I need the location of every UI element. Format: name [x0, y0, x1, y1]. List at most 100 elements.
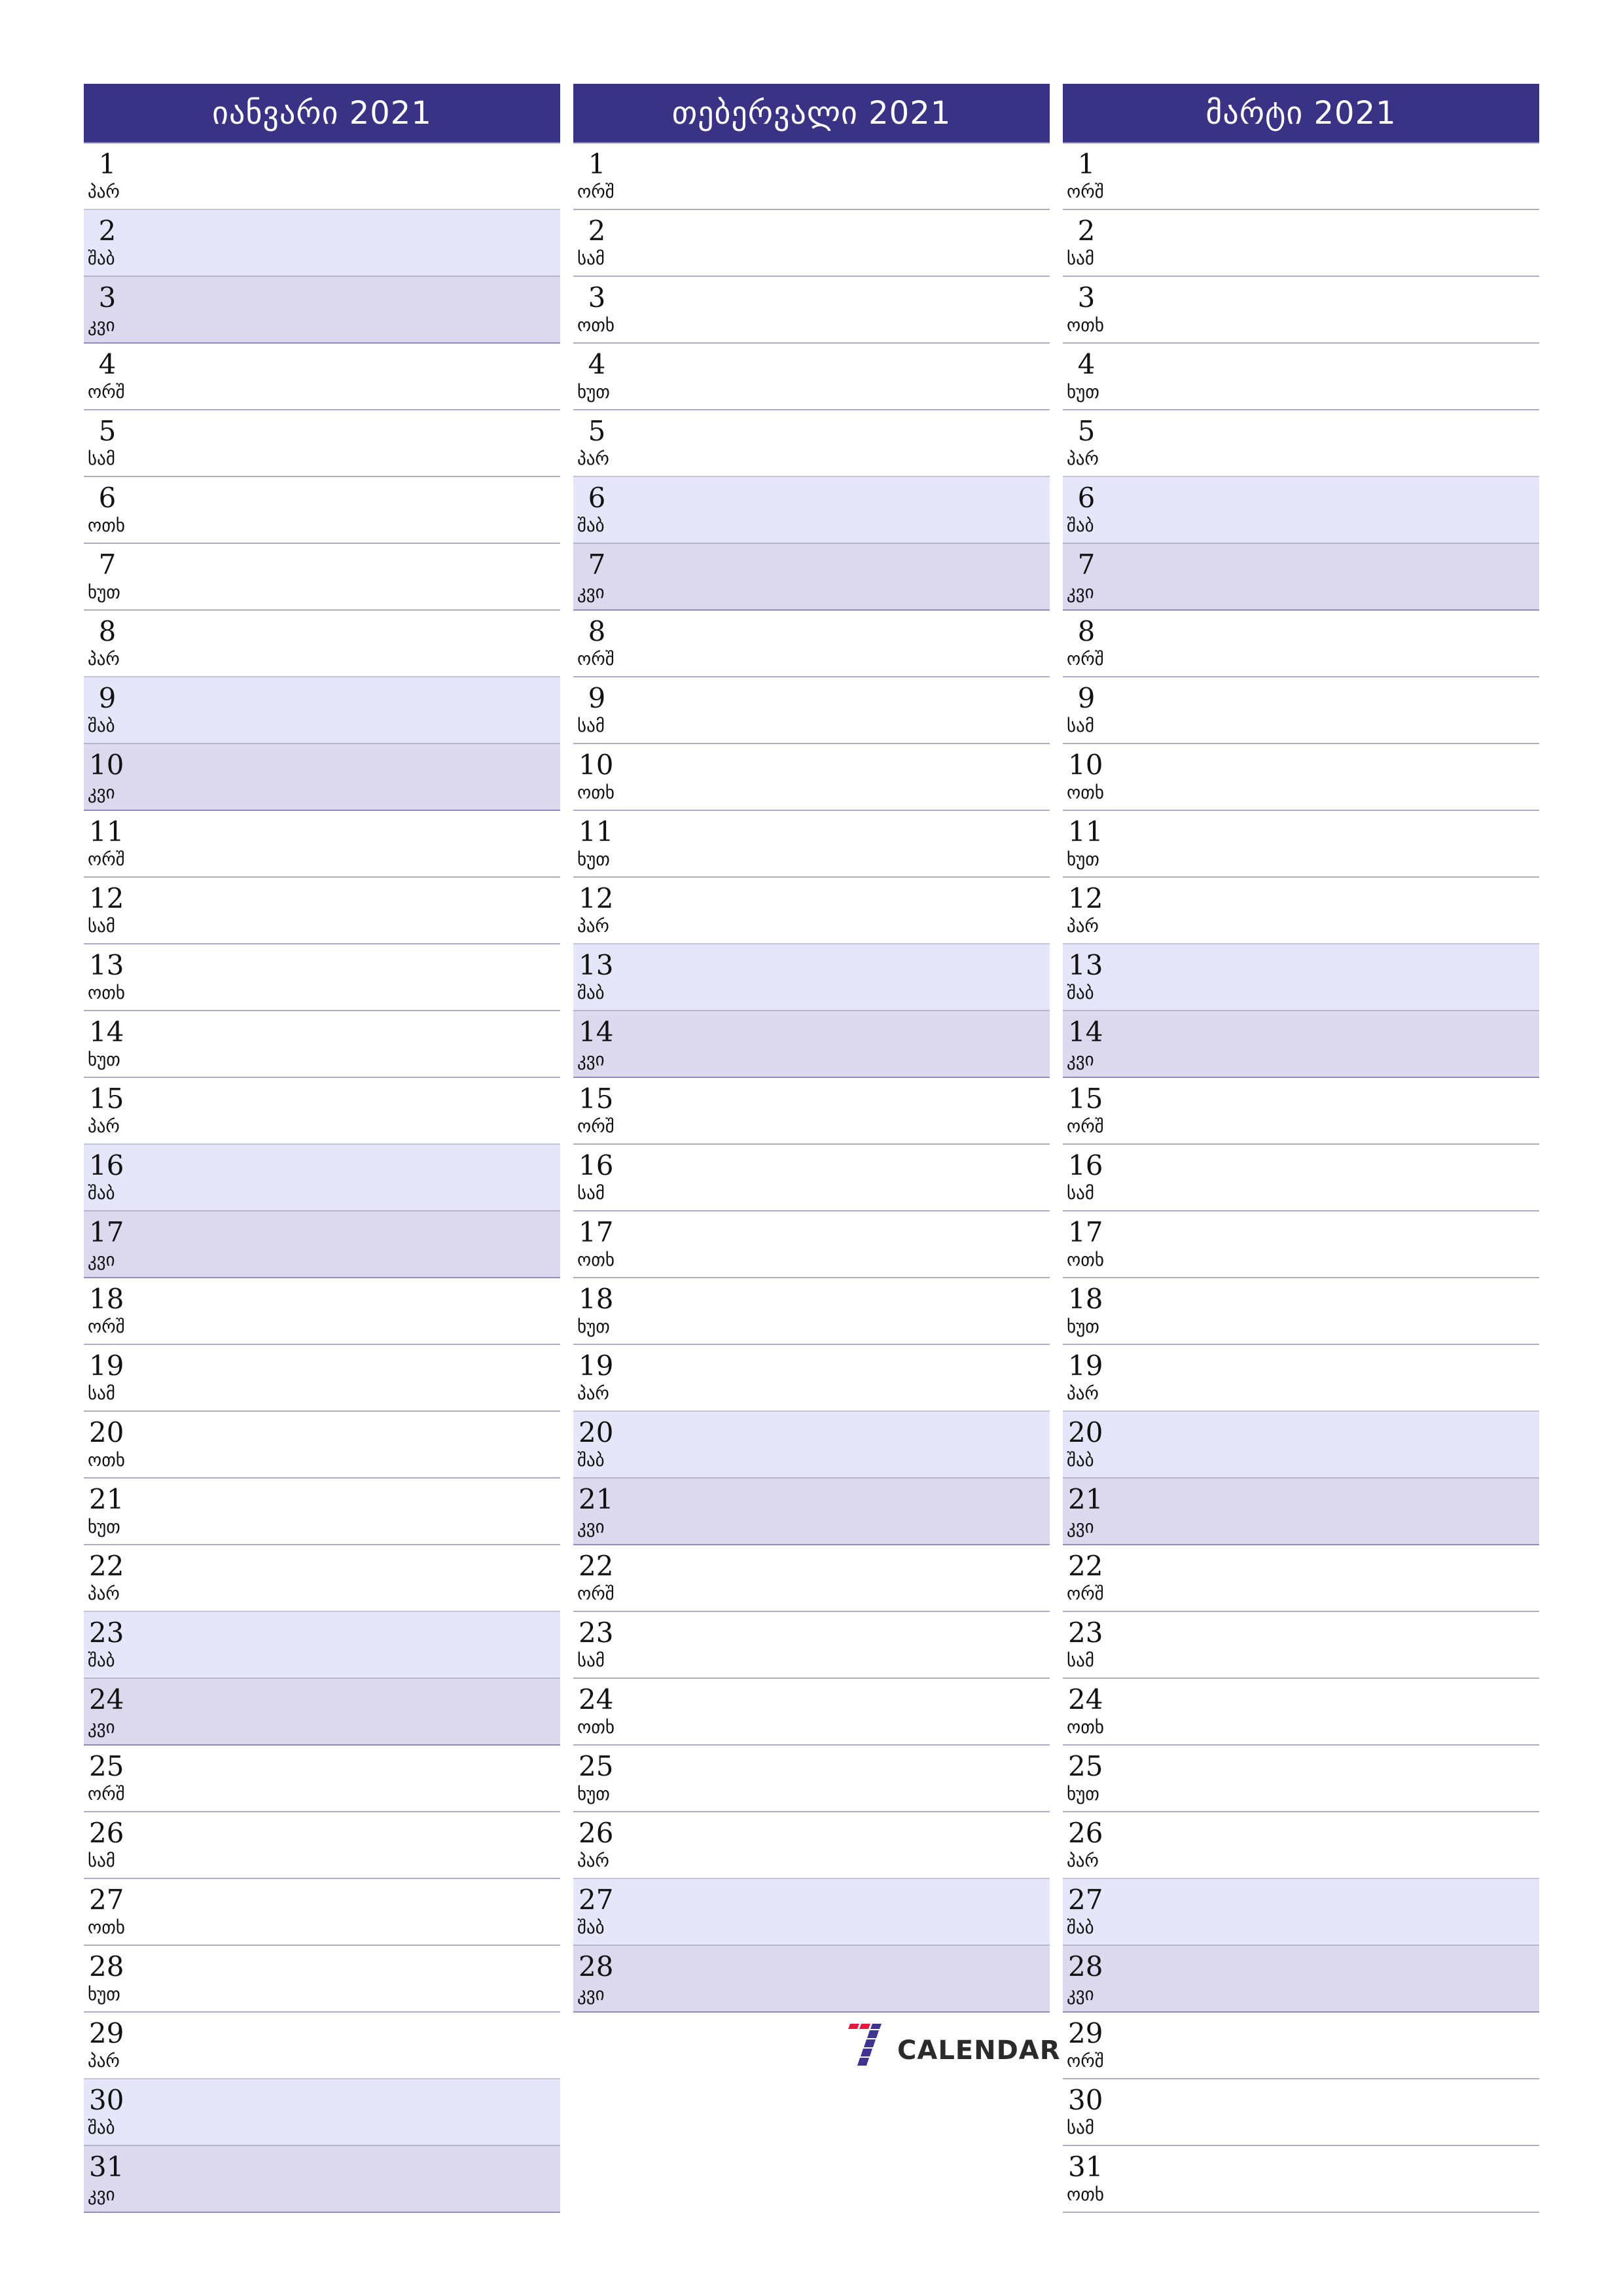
day-row[interactable]: 9 სამ [1063, 677, 1539, 744]
day-row[interactable]: 20 ოთხ [84, 1412, 560, 1479]
day-row[interactable]: 18 ორშ [84, 1278, 560, 1345]
day-row[interactable]: 6 შაბ [573, 477, 1050, 544]
day-row[interactable]: 22 პარ [84, 1545, 560, 1612]
day-row[interactable]: 14 ხუთ [84, 1011, 560, 1078]
day-row[interactable]: 3 ოთხ [573, 277, 1050, 344]
day-row[interactable]: 11 ხუთ [1063, 811, 1539, 878]
day-row[interactable]: 15 ორშ [573, 1078, 1050, 1145]
day-row[interactable]: 30 სამ [1063, 2079, 1539, 2146]
day-row[interactable]: 25 ორშ [84, 1746, 560, 1812]
day-row[interactable]: 11 ორშ [84, 811, 560, 878]
day-row[interactable]: 6 ოთხ [84, 477, 560, 544]
day-row[interactable]: 2 სამ [1063, 210, 1539, 277]
day-row[interactable]: 19 პარ [1063, 1345, 1539, 1412]
day-row[interactable]: 25 ხუთ [1063, 1746, 1539, 1812]
day-row[interactable]: 17 ოთხ [573, 1211, 1050, 1278]
day-row[interactable]: 4 ორშ [84, 344, 560, 410]
day-row[interactable]: 2 სამ [573, 210, 1050, 277]
day-row[interactable]: 31 ოთხ [1063, 2146, 1539, 2213]
day-row[interactable]: 7 კვი [1063, 544, 1539, 611]
day-row[interactable]: 1 პარ [84, 143, 560, 210]
day-number: 30 [1068, 2084, 1103, 2116]
day-row[interactable]: 31 კვი [84, 2146, 560, 2213]
day-row[interactable]: 10 ოთხ [573, 744, 1050, 811]
day-row[interactable]: 1 ორშ [1063, 143, 1539, 210]
weekday-label: კვი [577, 1984, 605, 2005]
day-row[interactable]: 27 შაბ [573, 1879, 1050, 1946]
day-row[interactable]: 18 ხუთ [1063, 1278, 1539, 1345]
day-row[interactable]: 27 ოთხ [84, 1879, 560, 1946]
day-row[interactable]: 10 კვი [84, 744, 560, 811]
day-row[interactable]: 21 ხუთ [84, 1479, 560, 1545]
day-row[interactable]: 8 ორშ [1063, 611, 1539, 677]
day-row[interactable]: 11 ხუთ [573, 811, 1050, 878]
day-row[interactable]: 16 სამ [1063, 1145, 1539, 1211]
day-row[interactable]: 22 ორშ [1063, 1545, 1539, 1612]
day-row[interactable]: 24 კვი [84, 1679, 560, 1746]
day-row[interactable]: 16 სამ [573, 1145, 1050, 1211]
day-row[interactable]: 21 კვი [573, 1479, 1050, 1545]
day-row[interactable]: 13 შაბ [1063, 944, 1539, 1011]
day-row[interactable]: 16 შაბ [84, 1145, 560, 1211]
weekday-label: სამ [1067, 2118, 1094, 2138]
day-row[interactable]: 3 კვი [84, 277, 560, 344]
day-row[interactable]: 23 შაბ [84, 1612, 560, 1679]
day-row[interactable]: 26 სამ [84, 1812, 560, 1879]
day-row[interactable]: 20 შაბ [573, 1412, 1050, 1479]
day-row[interactable]: 17 კვი [84, 1211, 560, 1278]
day-row[interactable]: 14 კვი [1063, 1011, 1539, 1078]
day-row[interactable]: 2 შაბ [84, 210, 560, 277]
day-row[interactable]: 23 სამ [1063, 1612, 1539, 1679]
day-row[interactable]: 10 ოთხ [1063, 744, 1539, 811]
weekday-label: პარ [88, 1117, 120, 1137]
day-number: 2 [1077, 215, 1096, 247]
day-row[interactable]: 13 ოთხ [84, 944, 560, 1011]
day-row[interactable]: 5 სამ [84, 410, 560, 477]
day-row[interactable]: 4 ხუთ [573, 344, 1050, 410]
day-row[interactable]: 9 სამ [573, 677, 1050, 744]
day-row[interactable]: 8 ორშ [573, 611, 1050, 677]
day-row[interactable]: 14 კვი [573, 1011, 1050, 1078]
day-row[interactable]: 12 პარ [573, 878, 1050, 944]
day-row[interactable]: 4 ხუთ [1063, 344, 1539, 410]
day-row[interactable]: 24 ოთხ [1063, 1679, 1539, 1746]
day-row[interactable]: 12 პარ [1063, 878, 1539, 944]
day-number: 13 [1068, 949, 1103, 981]
day-row[interactable]: 18 ხუთ [573, 1278, 1050, 1345]
weekday-label: ოთხ [1067, 315, 1104, 336]
day-row[interactable]: 27 შაბ [1063, 1879, 1539, 1946]
day-row[interactable]: 28 კვი [1063, 1946, 1539, 2013]
day-row[interactable]: 30 შაბ [84, 2079, 560, 2146]
day-row[interactable]: 7 ხუთ [84, 544, 560, 611]
day-row[interactable]: 5 პარ [1063, 410, 1539, 477]
day-row[interactable]: 1 ორშ [573, 143, 1050, 210]
day-row[interactable]: 22 ორშ [573, 1545, 1050, 1612]
day-row[interactable]: 26 პარ [573, 1812, 1050, 1879]
day-row[interactable]: 9 შაბ [84, 677, 560, 744]
day-row[interactable]: 19 პარ [573, 1345, 1050, 1412]
day-row[interactable]: 28 ხუთ [84, 1946, 560, 2013]
day-row[interactable]: 24 ოთხ [573, 1679, 1050, 1746]
day-row[interactable]: 15 ორშ [1063, 1078, 1539, 1145]
day-row[interactable]: 19 სამ [84, 1345, 560, 1412]
day-row[interactable]: 29 პარ [84, 2013, 560, 2079]
day-row[interactable]: 28 კვი [573, 1946, 1050, 2013]
day-number: 24 [1068, 1683, 1103, 1715]
day-row[interactable]: 8 პარ [84, 611, 560, 677]
day-row[interactable]: 23 სამ [573, 1612, 1050, 1679]
day-row[interactable]: 21 კვი [1063, 1479, 1539, 1545]
day-row[interactable]: 6 შაბ [1063, 477, 1539, 544]
day-row[interactable]: 13 შაბ [573, 944, 1050, 1011]
day-row[interactable]: 3 ოთხ [1063, 277, 1539, 344]
day-row[interactable]: 12 სამ [84, 878, 560, 944]
day-row[interactable]: 7 კვი [573, 544, 1050, 611]
day-number: 5 [98, 415, 116, 447]
day-number: 10 [1068, 749, 1103, 781]
day-row[interactable]: 25 ხუთ [573, 1746, 1050, 1812]
day-row[interactable]: 15 პარ [84, 1078, 560, 1145]
day-row[interactable]: 26 პარ [1063, 1812, 1539, 1879]
day-row[interactable]: 17 ოთხ [1063, 1211, 1539, 1278]
day-row[interactable]: 5 პარ [573, 410, 1050, 477]
day-row[interactable]: 29 ორშ [1063, 2013, 1539, 2079]
day-row[interactable]: 20 შაბ [1063, 1412, 1539, 1479]
